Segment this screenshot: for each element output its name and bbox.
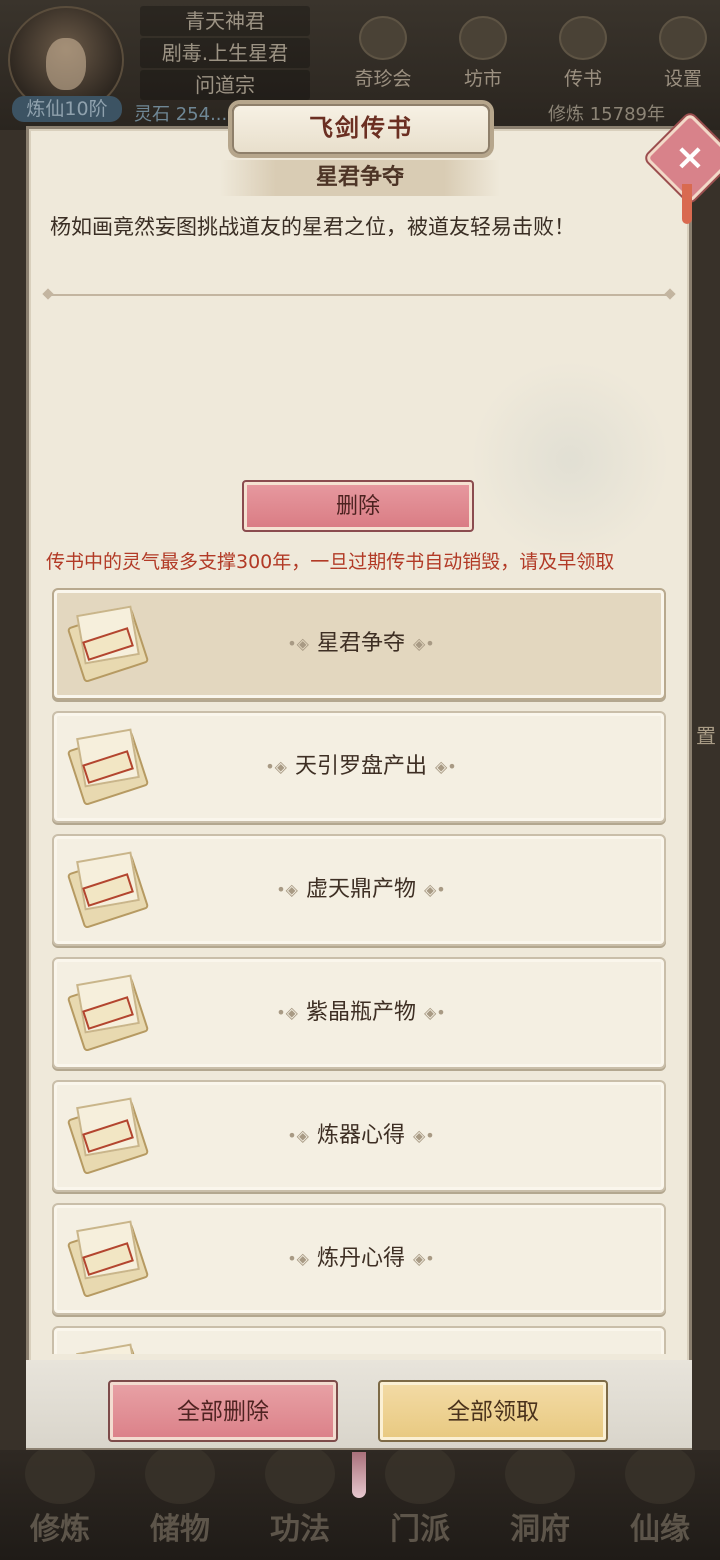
skills-icon — [265, 1444, 335, 1504]
player-sect: 问道宗 — [140, 70, 310, 100]
list-item-title: 炼丹心得 — [316, 1246, 405, 1271]
ink-wash-decoration — [470, 360, 670, 560]
cultivation-stat: 修炼 15789年 — [548, 104, 665, 125]
bottom-nav-label: 功法 — [270, 1512, 330, 1547]
pendant-decoration — [352, 1452, 366, 1498]
list-item-title-row: •◈ 炼丹心得 ◈• — [154, 1205, 568, 1313]
bottom-nav-label: 仙缘 — [630, 1512, 690, 1547]
letter-subject: 星君争夺 — [220, 160, 500, 196]
gear-icon — [659, 16, 707, 60]
player-star-title: 剧毒.上生星君 — [140, 38, 310, 68]
bottom-nav-skills[interactable]: 功法 — [245, 1444, 355, 1548]
top-nav-letters[interactable]: 传书 — [544, 16, 622, 91]
ornament-icon: ◈• — [413, 634, 435, 653]
list-item-title-row: •◈ 炼器心得 ◈• — [154, 1082, 568, 1190]
top-nav-treasure[interactable]: 奇珍会 — [344, 16, 422, 91]
list-item-title: 紫晶瓶产物 — [305, 1000, 416, 1025]
message-divider — [44, 294, 674, 296]
list-item[interactable]: •◈ 炼丹心得 ◈• — [52, 1203, 666, 1315]
treasure-icon — [359, 16, 407, 60]
ornament-icon: ◈• — [413, 1249, 435, 1268]
sect-icon — [385, 1444, 455, 1504]
list-item-title: 炼器心得 — [316, 1123, 405, 1148]
ornament-icon: ◈• — [424, 880, 446, 899]
spirit-stone-stat: 灵石 254... — [134, 104, 228, 125]
storage-icon — [145, 1444, 215, 1504]
list-item[interactable]: •◈ 天引罗盘产出 ◈• — [52, 711, 666, 823]
ornament-icon: •◈ — [276, 880, 298, 899]
top-nav-label: 坊市 — [463, 68, 502, 90]
ornament-icon: ◈• — [424, 1003, 446, 1022]
bottom-nav-label: 门派 — [390, 1512, 450, 1547]
ornament-icon: ◈• — [435, 757, 457, 776]
player-title: 青天神君 — [140, 6, 310, 36]
bottom-nav-cultivate[interactable]: 修炼 — [5, 1444, 115, 1548]
letter-envelope-icon — [66, 1097, 150, 1176]
list-item[interactable]: •◈ 星君争夺 ◈• — [52, 588, 666, 700]
letter-message: 杨如画竟然妄图挑战道友的星君之位，被道友轻易击败！ — [50, 215, 575, 239]
ornament-icon: ◈• — [413, 1126, 435, 1145]
list-item[interactable]: •◈ 紫晶瓶产物 ◈• — [52, 957, 666, 1069]
top-nav-label: 设置 — [663, 68, 702, 90]
bottom-nav-label: 洞府 — [510, 1512, 570, 1547]
top-nav-label: 传书 — [563, 68, 602, 90]
list-item-title: 天引罗盘产出 — [294, 754, 427, 779]
letter-icon — [559, 16, 607, 60]
background-left-panel — [0, 130, 28, 1450]
letter-list[interactable]: •◈ 星君争夺 ◈• •◈ 天引罗盘产出 ◈• •◈ 虚天鼎产物 ◈• •◈ 紫晶瓶产物 ◈• … — [48, 582, 672, 1354]
bottom-nav-sect[interactable]: 门派 — [365, 1444, 475, 1548]
list-item-title-row: •◈ 虚天鼎产物 ◈• — [154, 836, 568, 944]
letter-envelope-icon — [66, 605, 150, 684]
list-item[interactable]: •◈ 炼器心得 ◈• — [52, 1080, 666, 1192]
letter-envelope-icon — [66, 974, 150, 1053]
top-nav-market[interactable]: 坊市 — [444, 16, 522, 91]
list-item-title: 星君争夺 — [316, 631, 405, 656]
delete-button[interactable]: 删除 — [242, 480, 474, 532]
bottom-nav-label: 修炼 — [30, 1512, 90, 1547]
delete-all-button[interactable]: 全部删除 — [108, 1380, 338, 1442]
side-label: 置 — [696, 724, 716, 748]
ornament-icon: •◈ — [287, 634, 309, 653]
cave-icon — [505, 1444, 575, 1504]
background-right-panel: 置 — [692, 130, 720, 1450]
expiry-warning: 传书中的灵气最多支撑300年，一旦过期传书自动销毁，请及早领取 — [46, 551, 615, 573]
dialog-title: 飞剑传书 — [232, 104, 490, 154]
top-nav-settings[interactable]: 设置 — [644, 16, 720, 91]
fortune-icon — [625, 1444, 695, 1504]
bottom-nav-cave[interactable]: 洞府 — [485, 1444, 595, 1548]
list-item-title-row: •◈ 星君争夺 ◈• — [154, 590, 568, 698]
player-info: 青天神君 剧毒.上生星君 问道宗 — [140, 6, 310, 102]
bottom-nav-storage[interactable]: 储物 — [125, 1444, 235, 1548]
letter-envelope-icon — [66, 1220, 150, 1299]
letter-envelope-icon — [66, 728, 150, 807]
letter-envelope-icon — [66, 851, 150, 930]
list-item-title-row: •◈ 天引罗盘产出 ◈• — [154, 713, 568, 821]
top-nav-label: 奇珍会 — [354, 68, 412, 90]
ornament-icon: •◈ — [287, 1249, 309, 1268]
bottom-nav-label: 储物 — [150, 1512, 210, 1547]
ornament-icon: •◈ — [265, 757, 287, 776]
cultivate-icon — [25, 1444, 95, 1504]
list-item-title-row: •◈ 紫晶瓶产物 ◈• — [154, 959, 568, 1067]
list-item-partial[interactable] — [52, 1326, 666, 1354]
top-nav: 奇珍会 坊市 传书 设置 — [344, 16, 720, 91]
ornament-icon: •◈ — [287, 1126, 309, 1145]
market-icon — [459, 16, 507, 60]
bottom-nav-fortune[interactable]: 仙缘 — [605, 1444, 715, 1548]
list-item-title: 虚天鼎产物 — [305, 877, 416, 902]
avatar-face — [46, 38, 86, 90]
claim-all-button[interactable]: 全部领取 — [378, 1380, 608, 1442]
letter-envelope-icon — [66, 1343, 150, 1354]
list-item[interactable]: •◈ 虚天鼎产物 ◈• — [52, 834, 666, 946]
close-icon: × — [674, 137, 706, 178]
level-badge: 炼仙10阶 — [12, 96, 122, 122]
ornament-icon: •◈ — [276, 1003, 298, 1022]
